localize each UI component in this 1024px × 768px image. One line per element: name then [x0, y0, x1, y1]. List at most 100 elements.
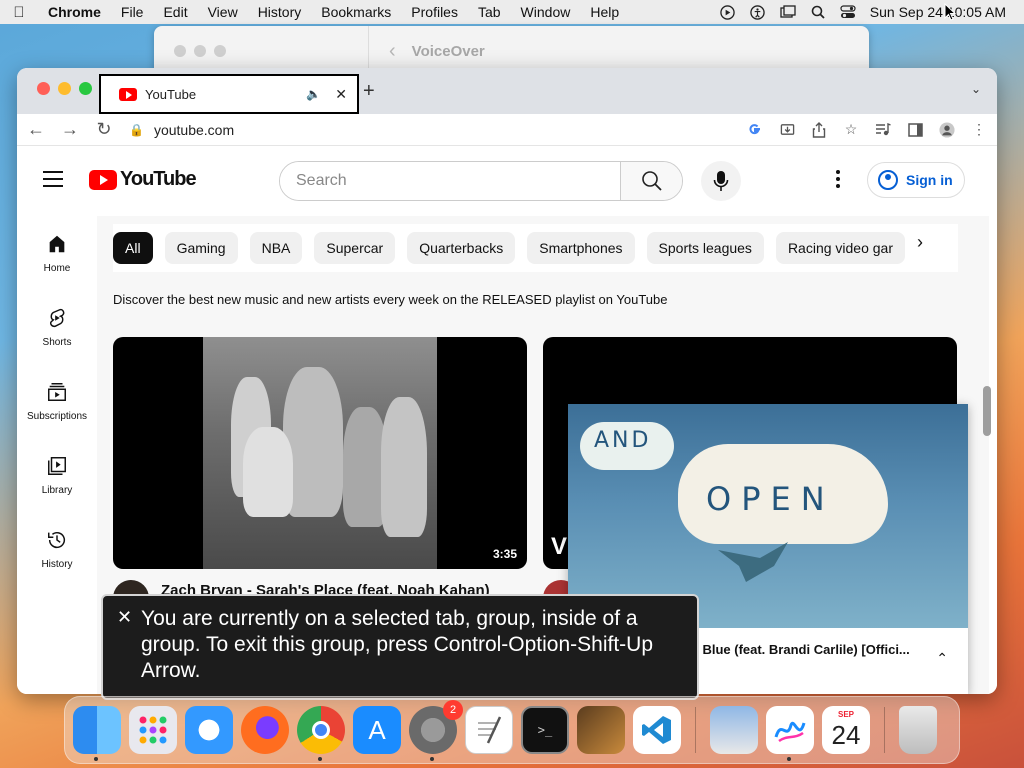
lock-icon[interactable]: 🔒	[129, 123, 144, 137]
chips-next-chevron-icon[interactable]: ›	[917, 232, 923, 253]
address-bar-url[interactable]: youtube.com	[154, 122, 234, 138]
guide-item-home[interactable]: Home	[17, 216, 97, 290]
toolbar-actions: ☆ ⋮	[747, 121, 987, 138]
media-control-icon[interactable]	[875, 122, 891, 138]
tab-audio-icon[interactable]: 🔈	[306, 87, 321, 101]
dock-trash-icon[interactable]	[899, 706, 937, 754]
dock-terminal-icon[interactable]: >_	[521, 706, 569, 754]
window-status-icon[interactable]	[780, 4, 796, 20]
bookmark-star-icon[interactable]: ☆	[843, 121, 859, 138]
chip-all[interactable]: All	[113, 232, 153, 264]
tab-close-icon[interactable]: ✕	[335, 86, 347, 103]
voiceover-caption-text: You are currently on a selected tab, gro…	[141, 607, 654, 682]
guide-item-shorts[interactable]: Shorts	[17, 290, 97, 364]
video-thumbnail[interactable]: 3:35	[113, 337, 527, 569]
video-duration: 3:35	[488, 545, 521, 563]
menu-view[interactable]: View	[198, 4, 248, 20]
install-app-icon[interactable]	[779, 122, 795, 138]
menu-help[interactable]: Help	[580, 4, 629, 20]
zoom-window-button[interactable]	[79, 82, 92, 95]
voiceover-minimize-button[interactable]	[194, 45, 206, 57]
voiceover-zoom-button[interactable]	[214, 45, 226, 57]
menu-bookmarks[interactable]: Bookmarks	[311, 4, 401, 20]
side-panel-icon[interactable]	[907, 122, 923, 138]
minimize-window-button[interactable]	[58, 82, 71, 95]
menu-edit[interactable]: Edit	[153, 4, 197, 20]
dock-launchpad-icon[interactable]	[129, 706, 177, 754]
google-lens-icon[interactable]	[747, 122, 763, 138]
youtube-header: YouTube Sign in	[17, 146, 997, 216]
close-window-button[interactable]	[37, 82, 50, 95]
microphone-icon	[713, 171, 729, 191]
dock-garageband-icon[interactable]	[577, 706, 625, 754]
dock: A 2 >_ SEP 24	[64, 696, 960, 764]
menu-app-name[interactable]: Chrome	[38, 4, 111, 20]
caption-close-icon[interactable]: ✕	[117, 604, 132, 630]
control-center-icon[interactable]	[840, 4, 856, 20]
tab-strip: YouTube 🔈 ✕ + ⌄	[17, 68, 997, 114]
dock-app-store-icon[interactable]: A	[353, 706, 401, 754]
dock-preview-icon[interactable]	[710, 706, 758, 754]
reload-icon[interactable]: ↻	[95, 119, 113, 140]
chip-quarterbacks[interactable]: Quarterbacks	[407, 232, 516, 264]
chip-gaming[interactable]: Gaming	[164, 232, 238, 264]
menu-clock[interactable]: Sun Sep 24 10:05 AM	[870, 4, 1006, 20]
dock-textedit-icon[interactable]	[465, 706, 513, 754]
voiceover-window-title: VoiceOver	[411, 42, 485, 60]
chip-smartphones[interactable]: Smartphones	[527, 232, 635, 264]
spotlight-search-icon[interactable]	[810, 4, 826, 20]
guide-item-subscriptions[interactable]: Subscriptions	[17, 364, 97, 438]
sign-in-button[interactable]: Sign in	[867, 162, 965, 198]
dock-firefox-icon[interactable]	[241, 706, 289, 754]
menu-history[interactable]: History	[248, 4, 312, 20]
chip-sports-leagues[interactable]: Sports leagues	[646, 232, 764, 264]
back-arrow-icon[interactable]: ←	[27, 119, 45, 140]
voiceover-close-button[interactable]	[174, 45, 186, 57]
dock-freeform-icon[interactable]	[766, 706, 814, 761]
account-circle-icon	[878, 170, 898, 190]
forward-arrow-icon[interactable]: →	[61, 119, 79, 140]
calendar-day: 24	[831, 720, 861, 750]
address-bar[interactable]: 🔒 youtube.com	[129, 117, 731, 143]
back-chevron-icon[interactable]: ‹	[369, 40, 412, 63]
dock-system-settings-icon[interactable]: 2	[409, 700, 463, 761]
guide-item-history[interactable]: History	[17, 512, 97, 586]
guide-item-library[interactable]: Library	[17, 438, 97, 512]
chip-racing-video-games[interactable]: Racing video gar	[775, 232, 905, 264]
dock-vscode-icon[interactable]	[633, 706, 681, 754]
chip-supercar[interactable]: Supercar	[314, 232, 396, 264]
library-icon	[48, 456, 66, 475]
play-status-icon[interactable]	[720, 4, 736, 20]
apple-icon[interactable]: 	[0, 4, 38, 21]
chip-bar: All Gaming NBA Supercar Quarterbacks Sma…	[113, 224, 958, 272]
window-controls	[37, 82, 92, 95]
page-scrollbar[interactable]	[983, 386, 991, 436]
menu-profiles[interactable]: Profiles	[401, 4, 468, 20]
guide-menu-icon[interactable]	[43, 171, 63, 187]
menu-tab[interactable]: Tab	[468, 4, 511, 20]
expand-chevron-up-icon[interactable]: ⌃	[936, 650, 948, 667]
guide-sidebar: Home Shorts Subscriptions Library Histor…	[17, 216, 97, 586]
mini-player-title[interactable]: le Blue (feat. Brandi Carlile) [Offici..…	[688, 642, 910, 657]
dock-calendar-icon[interactable]: SEP 24	[822, 706, 870, 754]
new-tab-plus-icon[interactable]: +	[363, 80, 375, 103]
voice-search-button[interactable]	[701, 161, 741, 201]
tab-youtube[interactable]: YouTube 🔈 ✕	[99, 74, 359, 114]
dock-chrome-icon[interactable]	[297, 706, 345, 761]
settings-more-icon[interactable]	[835, 170, 841, 188]
search-input[interactable]	[280, 162, 620, 200]
menu-window[interactable]: Window	[511, 4, 581, 20]
tab-search-chevron-icon[interactable]: ⌄	[971, 82, 981, 96]
dock-finder-icon[interactable]	[73, 706, 121, 761]
chip-nba[interactable]: NBA	[249, 232, 303, 264]
dock-safari-icon[interactable]	[185, 706, 233, 754]
share-icon[interactable]	[811, 121, 827, 138]
home-icon	[49, 235, 65, 252]
browser-menu-icon[interactable]: ⋮	[971, 121, 987, 138]
profile-avatar-icon[interactable]	[939, 121, 955, 138]
youtube-logo[interactable]: YouTube	[89, 168, 197, 191]
menu-file[interactable]: File	[111, 4, 154, 20]
guide-item-label: Library	[41, 484, 73, 496]
search-button[interactable]	[620, 162, 682, 200]
accessibility-status-icon[interactable]	[750, 4, 766, 20]
